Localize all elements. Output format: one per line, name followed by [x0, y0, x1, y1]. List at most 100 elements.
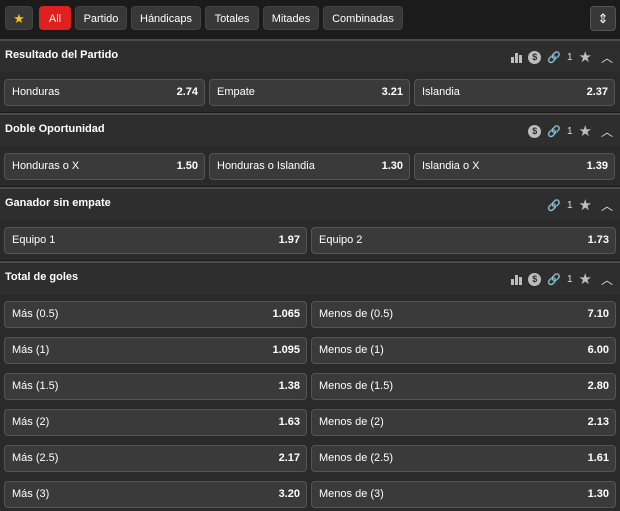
odd-button[interactable]: Islandia 2.37: [414, 79, 615, 106]
stats-icon[interactable]: [510, 274, 522, 285]
link-icon[interactable]: 🔗: [547, 125, 561, 138]
market-body-ganador-sin-empate: Equipo 1 1.97 Equipo 2 1.73: [0, 220, 620, 260]
filter-combinadas[interactable]: Combinadas: [323, 6, 403, 30]
chevron-up-icon[interactable]: ︿: [601, 197, 613, 214]
odd-value: 3.20: [278, 488, 300, 500]
favorite-star-icon[interactable]: ★: [579, 122, 592, 140]
odd-value: 2.74: [176, 86, 198, 98]
chevron-up-icon[interactable]: ︿: [601, 271, 613, 288]
stats-icon[interactable]: [510, 52, 522, 63]
odd-value: 7.10: [587, 308, 609, 320]
market-title: Doble Oportunidad: [5, 123, 105, 135]
odd-value: 1.97: [278, 234, 300, 246]
favorites-filter-button[interactable]: ★: [5, 6, 33, 30]
odd-button[interactable]: Más (3) 3.20: [4, 481, 307, 508]
odd-button[interactable]: Más (1) 1.095: [4, 337, 307, 364]
odd-label: Menos de (3): [319, 488, 384, 500]
market-header-total-goles[interactable]: Total de goles $ 🔗 1 ★ ︿: [0, 261, 620, 294]
odd-button[interactable]: Equipo 1 1.97: [4, 227, 307, 254]
star-icon: ★: [13, 11, 25, 26]
market-header-doble-oportunidad[interactable]: Doble Oportunidad $ 🔗 1 ★ ︿: [0, 113, 620, 146]
odd-value: 1.50: [176, 160, 198, 172]
odd-button[interactable]: Más (2) 1.63: [4, 409, 307, 436]
odd-value: 1.065: [272, 308, 300, 320]
cashout-icon[interactable]: $: [528, 124, 542, 138]
odd-label: Menos de (1): [319, 344, 384, 356]
odd-value: 1.30: [381, 160, 403, 172]
odd-label: Más (2.5): [12, 452, 59, 464]
odd-label: Más (2): [12, 416, 50, 428]
link-count: 1: [566, 125, 573, 137]
odd-value: 2.17: [278, 452, 300, 464]
chevron-up-icon[interactable]: ︿: [601, 49, 613, 66]
odd-button[interactable]: Empate 3.21: [209, 79, 410, 106]
filter-handicaps[interactable]: Hándicaps: [131, 6, 201, 30]
odd-button[interactable]: Más (2.5) 2.17: [4, 445, 307, 472]
odd-label: Empate: [217, 86, 255, 98]
odd-label: Equipo 2: [319, 234, 363, 246]
odd-label: Más (0.5): [12, 308, 59, 320]
odd-value: 2.13: [587, 416, 609, 428]
market-title: Resultado del Partido: [5, 49, 119, 61]
link-icon[interactable]: 🔗: [547, 51, 561, 64]
link-icon[interactable]: 🔗: [547, 273, 561, 286]
odd-button[interactable]: Menos de (0.5) 7.10: [311, 301, 616, 328]
link-count: 1: [566, 51, 573, 63]
odd-value: 1.38: [278, 380, 300, 392]
odd-button[interactable]: Honduras 2.74: [4, 79, 205, 106]
odd-value: 1.61: [587, 452, 609, 464]
odd-value: 3.21: [381, 86, 403, 98]
chevron-up-icon[interactable]: ︿: [601, 123, 613, 140]
market-body-resultado: Honduras 2.74 Empate 3.21 Islandia 2.37: [0, 72, 620, 112]
odd-label: Más (1.5): [12, 380, 59, 392]
odd-button[interactable]: Menos de (2) 2.13: [311, 409, 616, 436]
odd-label: Menos de (0.5): [319, 308, 393, 320]
odd-button[interactable]: Islandia o X 1.39: [414, 153, 615, 180]
odd-label: Más (1): [12, 344, 50, 356]
odd-button[interactable]: Honduras o Islandia 1.30: [209, 153, 410, 180]
odd-value: 1.095: [272, 344, 300, 356]
market-body-doble-oportunidad: Honduras o X 1.50 Honduras o Islandia 1.…: [0, 146, 620, 186]
odd-button[interactable]: Menos de (2.5) 1.61: [311, 445, 616, 472]
filter-partido[interactable]: Partido: [75, 6, 127, 30]
market-header-ganador-sin-empate[interactable]: Ganador sin empate 🔗 1 ★ ︿: [0, 187, 620, 220]
filter-all[interactable]: All: [39, 6, 71, 30]
cashout-icon[interactable]: $: [528, 272, 542, 286]
odd-button[interactable]: Equipo 2 1.73: [311, 227, 616, 254]
odd-value: 1.30: [587, 488, 609, 500]
odd-button[interactable]: Honduras o X 1.50: [4, 153, 205, 180]
odd-label: Islandia: [422, 86, 460, 98]
odd-value: 2.80: [587, 380, 609, 392]
odd-value: 1.63: [278, 416, 300, 428]
odd-button[interactable]: Menos de (1.5) 2.80: [311, 373, 616, 400]
odd-button[interactable]: Más (1.5) 1.38: [4, 373, 307, 400]
market-title: Ganador sin empate: [5, 197, 111, 209]
odd-button[interactable]: Menos de (1) 6.00: [311, 337, 616, 364]
odd-button[interactable]: Más (0.5) 1.065: [4, 301, 307, 328]
odd-label: Menos de (1.5): [319, 380, 393, 392]
odd-label: Honduras: [12, 86, 60, 98]
odd-label: Menos de (2): [319, 416, 384, 428]
odd-label: Equipo 1: [12, 234, 56, 246]
odd-label: Más (3): [12, 488, 50, 500]
market-filter-bar: ★ All Partido Hándicaps Totales Mitades …: [0, 0, 620, 37]
market-header-resultado[interactable]: Resultado del Partido $ 🔗 1 ★ ︿: [0, 39, 620, 72]
filter-totales[interactable]: Totales: [205, 6, 259, 30]
odd-button[interactable]: Menos de (3) 1.30: [311, 481, 616, 508]
favorite-star-icon[interactable]: ★: [579, 48, 592, 66]
odd-label: Honduras o Islandia: [217, 160, 315, 172]
cashout-icon[interactable]: $: [528, 50, 542, 64]
link-count: 1: [566, 199, 573, 211]
odd-value: 1.73: [587, 234, 609, 246]
collapse-all-button[interactable]: ⇕: [590, 6, 616, 31]
odd-value: 6.00: [587, 344, 609, 356]
link-icon[interactable]: 🔗: [547, 199, 561, 212]
market-title: Total de goles: [5, 271, 79, 283]
favorite-star-icon[interactable]: ★: [579, 270, 592, 288]
collapse-all-icon: ⇕: [597, 11, 609, 26]
favorite-star-icon[interactable]: ★: [579, 196, 592, 214]
odd-label: Islandia o X: [422, 160, 480, 172]
odd-value: 1.39: [586, 160, 608, 172]
odd-label: Menos de (2.5): [319, 452, 393, 464]
filter-mitades[interactable]: Mitades: [263, 6, 319, 30]
